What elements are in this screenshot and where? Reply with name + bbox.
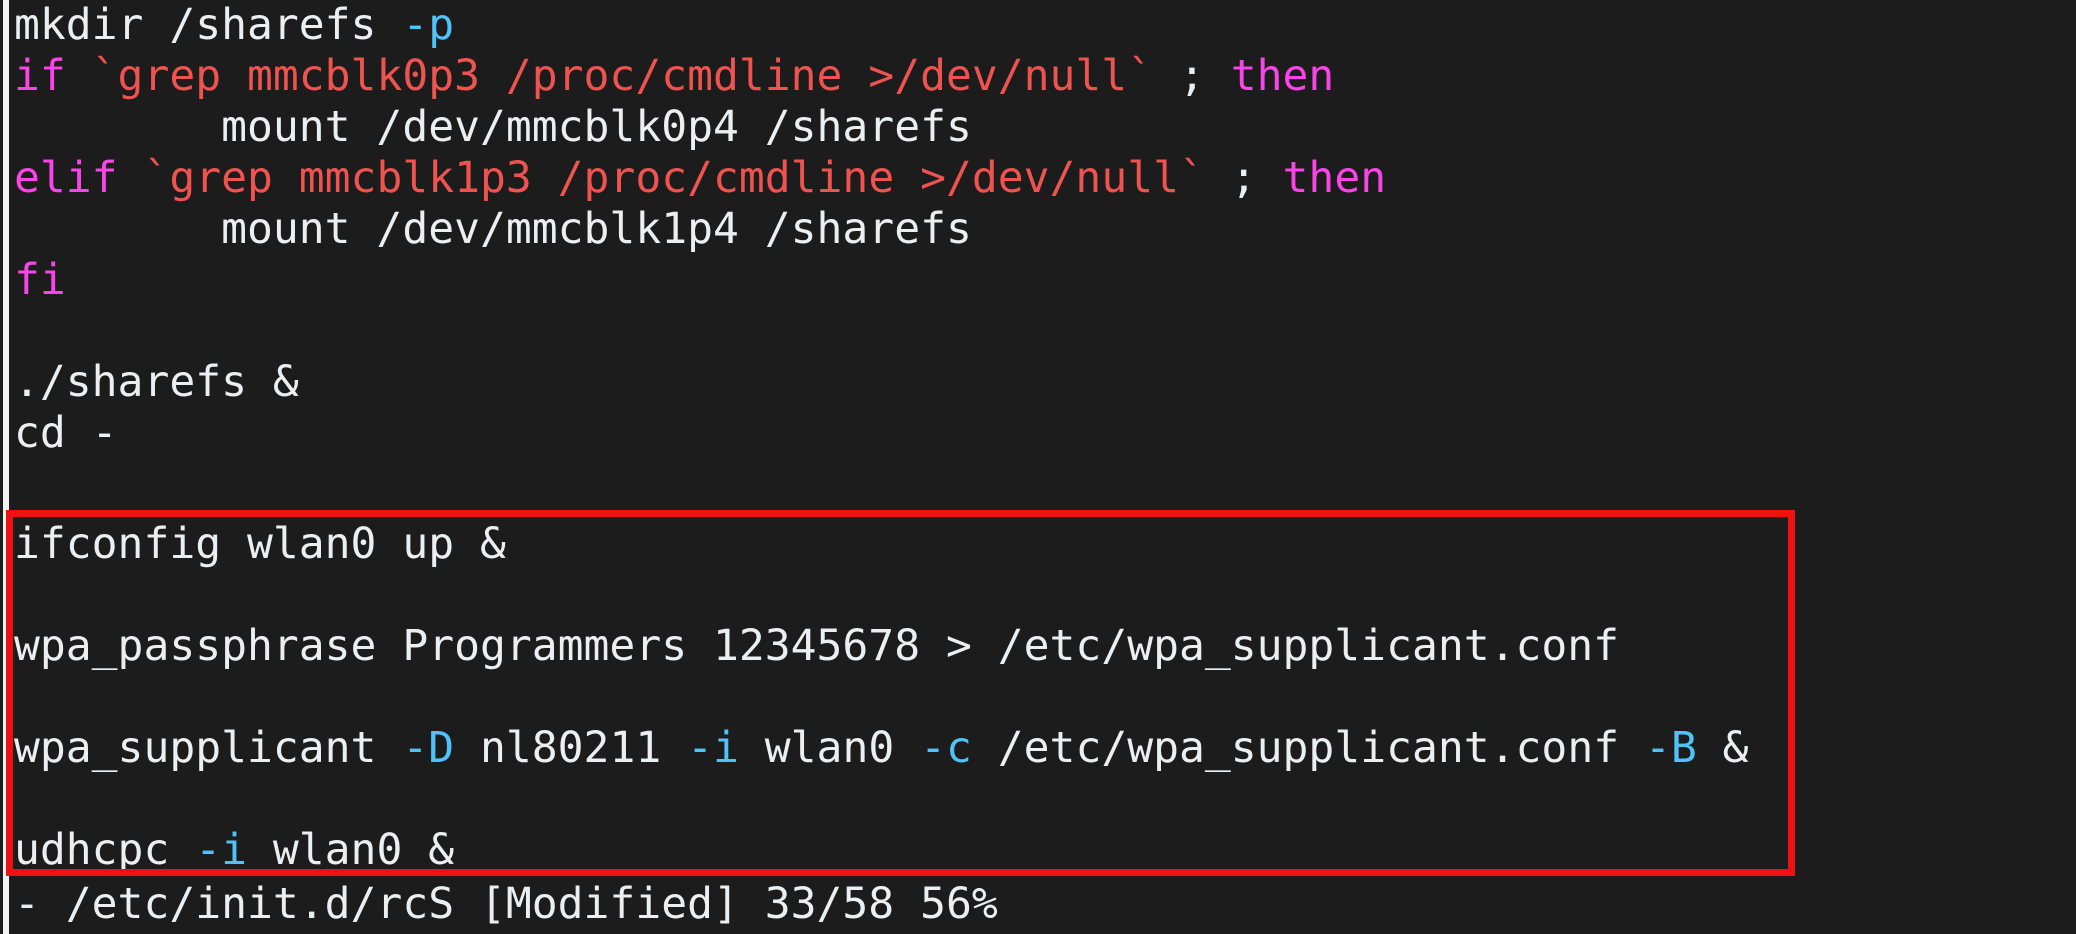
code-line[interactable]: wpa_supplicant -D nl80211 -i wlan0 -c /e… xyxy=(14,723,1749,774)
code-token-keyword: then xyxy=(1230,51,1335,101)
code-line[interactable]: elif `grep mmcblk1p3 /proc/cmdline >/dev… xyxy=(14,153,1386,204)
code-line[interactable]: fi xyxy=(14,255,66,306)
code-token-plain: ; xyxy=(1153,51,1231,101)
vim-split-gutter xyxy=(3,0,9,934)
code-token-keyword: then xyxy=(1282,153,1387,203)
code-line[interactable]: mount /dev/mmcblk0p4 /sharefs xyxy=(14,102,972,153)
code-line[interactable]: ifconfig wlan0 up & xyxy=(14,519,506,570)
code-token-plain: cd - xyxy=(14,408,118,458)
code-line[interactable]: mount /dev/mmcblk1p4 /sharefs xyxy=(14,204,972,255)
code-token-plain: ./sharefs & xyxy=(14,357,299,407)
text-buffer[interactable]: mkdir /sharefs -p if `grep mmcblk0p3 /pro… xyxy=(14,0,2076,934)
code-line[interactable]: wpa_passphrase Programmers 12345678 > /e… xyxy=(14,621,1619,672)
code-token-keyword: fi xyxy=(14,255,66,305)
code-line[interactable]: mkdir /sharefs -p xyxy=(14,0,454,51)
code-token-plain: /etc/wpa_supplicant.conf xyxy=(971,723,1645,773)
code-token-plain: wlan0 xyxy=(738,723,921,773)
code-token-string: `grep mmcblk1p3 /proc/cmdline >/dev/null… xyxy=(143,153,1205,203)
code-line[interactable]: if `grep mmcblk0p3 /proc/cmdline >/dev/n… xyxy=(14,51,1334,102)
code-token-keyword: elif xyxy=(14,153,144,203)
code-token-flag: -i xyxy=(195,825,247,875)
code-token-flag: -B xyxy=(1644,723,1697,773)
code-token-keyword: if xyxy=(14,51,92,101)
code-token-plain: wlan0 & xyxy=(247,825,455,875)
code-token-flag: -p xyxy=(402,0,455,50)
code-token-flag: -c xyxy=(920,723,972,773)
code-token-plain: wpa_passphrase Programmers 12345678 > /e… xyxy=(14,621,1620,671)
code-line[interactable]: udhcpc -i wlan0 & xyxy=(14,825,454,876)
code-token-plain: ; xyxy=(1204,153,1283,203)
vim-status-line: - /etc/init.d/rcS [Modified] 33/58 56% xyxy=(14,879,998,929)
code-token-plain: ifconfig wlan0 up & xyxy=(14,519,506,569)
vim-editor-screen: mkdir /sharefs -p if `grep mmcblk0p3 /pro… xyxy=(0,0,2076,934)
code-token-plain: & xyxy=(1696,723,1749,773)
code-line[interactable]: cd - xyxy=(14,408,118,459)
code-token-string: `grep mmcblk0p3 /proc/cmdline >/dev/null… xyxy=(91,51,1154,101)
code-token-plain: wpa_supplicant xyxy=(14,723,403,773)
code-token-plain: mkdir /sharefs xyxy=(14,0,403,50)
code-token-plain: udhcpc xyxy=(14,825,196,875)
code-token-flag: -D xyxy=(402,723,455,773)
code-line[interactable]: ./sharefs & xyxy=(14,357,299,408)
code-token-plain: mount /dev/mmcblk1p4 /sharefs xyxy=(14,204,972,254)
code-token-flag: -i xyxy=(687,723,739,773)
code-token-plain: mount /dev/mmcblk0p4 /sharefs xyxy=(14,102,972,152)
code-token-plain: nl80211 xyxy=(454,723,688,773)
